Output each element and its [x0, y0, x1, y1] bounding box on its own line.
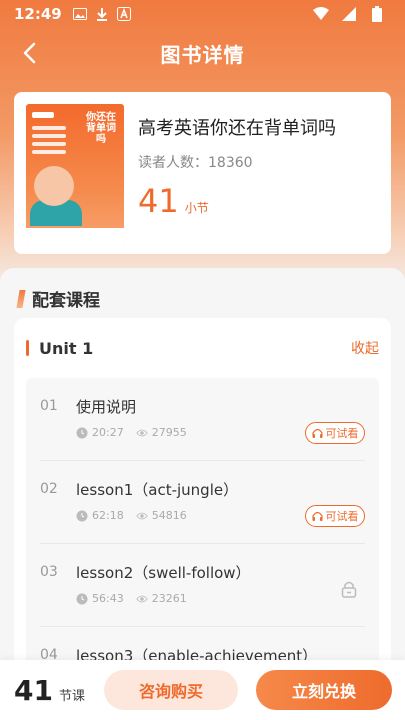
unit-header: Unit 1 收起	[26, 338, 379, 358]
consult-purchase-button[interactable]: 咨询购买	[104, 670, 238, 710]
cover-strip	[32, 150, 66, 154]
lesson-duration: 62:18	[92, 509, 124, 522]
cover-title: 你还在背单词吗	[86, 112, 116, 145]
lesson-number: 01	[40, 398, 58, 414]
lesson-count-unit: 小节	[184, 201, 209, 215]
total-lessons-unit: 节课	[58, 688, 85, 704]
lesson-name: 使用说明	[76, 398, 137, 416]
section-title: 配套课程	[32, 291, 100, 311]
battery-icon	[369, 6, 385, 22]
lesson-duration: 20:27	[92, 426, 124, 439]
download-icon	[94, 6, 110, 22]
wifi-icon	[313, 6, 329, 22]
lesson-item[interactable]: 02 lesson1（act-jungle） 62:18 54816 可试看	[40, 461, 365, 544]
lesson-meta: 20:27 27955	[76, 426, 187, 439]
lesson-duration: 56:43	[92, 592, 124, 605]
back-arrow-icon	[23, 42, 36, 64]
nav-bar: 图书详情	[0, 30, 405, 76]
book-info: 高考英语你还在背单词吗 读者人数：18360 41 小节	[124, 104, 379, 242]
lesson-item[interactable]: 03 lesson2（swell-follow） 56:43 23261	[40, 544, 365, 627]
gallery-icon	[72, 6, 88, 22]
lesson-views: 23261	[151, 592, 187, 605]
lock-icon	[341, 581, 357, 598]
trial-button[interactable]: 可试看	[305, 422, 365, 444]
status-bar: 12:49	[0, 0, 405, 28]
lesson-item[interactable]: 01 使用说明 20:27 27955 可试看	[40, 378, 365, 461]
cover-badge	[32, 112, 54, 118]
lesson-views: 27955	[151, 426, 187, 439]
lesson-number: 03	[40, 564, 58, 580]
eye-icon	[135, 510, 148, 522]
back-button[interactable]	[14, 38, 44, 68]
clock-icon	[76, 510, 88, 522]
cover-strip	[32, 134, 66, 138]
bottom-bar: 41 节课 咨询购买 立刻兑换	[0, 660, 405, 720]
eye-icon	[135, 427, 148, 439]
cover-strip	[32, 142, 66, 146]
book-card: 你还在背单词吗 高考英语你还在背单词吗 读者人数：18360 41 小节	[14, 92, 391, 254]
lesson-list: 01 使用说明 20:27 27955 可试看 02 lesson1（act-j…	[26, 378, 379, 678]
section-marker	[16, 289, 26, 308]
lesson-count: 41 小节	[138, 182, 379, 220]
collapse-button[interactable]: 收起	[351, 338, 379, 358]
clock-icon	[76, 427, 88, 439]
cover-strip	[32, 126, 66, 130]
unit-title: Unit 1	[39, 338, 94, 358]
eye-icon	[135, 593, 148, 605]
signal-icon	[341, 6, 357, 22]
lesson-name: lesson2（swell-follow）	[76, 564, 251, 582]
cover-band	[26, 228, 124, 244]
total-lessons-number: 41	[14, 673, 53, 707]
unit-marker	[26, 340, 29, 356]
headphones-icon	[311, 428, 323, 438]
reader-count: 读者人数：18360	[138, 155, 253, 171]
page-title: 图书详情	[160, 42, 245, 67]
font-icon	[116, 6, 132, 22]
cover-person-face	[34, 166, 74, 206]
clock-icon	[76, 593, 88, 605]
redeem-now-button[interactable]: 立刻兑换	[256, 670, 392, 710]
lesson-views: 54816	[151, 509, 187, 522]
trial-label: 可试看	[325, 427, 359, 440]
section-header: 配套课程	[16, 286, 100, 311]
course-card: Unit 1 收起 01 使用说明 20:27 27955 可试看 02 les…	[14, 318, 391, 678]
trial-label: 可试看	[325, 510, 359, 523]
book-title: 高考英语你还在背单词吗	[138, 118, 336, 139]
lesson-count-number: 41	[138, 182, 179, 220]
lesson-meta: 62:18 54816	[76, 509, 187, 522]
book-cover[interactable]: 你还在背单词吗	[26, 104, 124, 244]
trial-button[interactable]: 可试看	[305, 505, 365, 527]
status-time: 12:49	[14, 5, 62, 23]
headphones-icon	[311, 511, 323, 521]
lesson-name: lesson1（act-jungle）	[76, 481, 239, 499]
lesson-number: 02	[40, 481, 58, 497]
course-panel: 配套课程 Unit 1 收起 01 使用说明 20:27 27955 可试看 0…	[0, 268, 405, 678]
lesson-meta: 56:43 23261	[76, 592, 187, 605]
